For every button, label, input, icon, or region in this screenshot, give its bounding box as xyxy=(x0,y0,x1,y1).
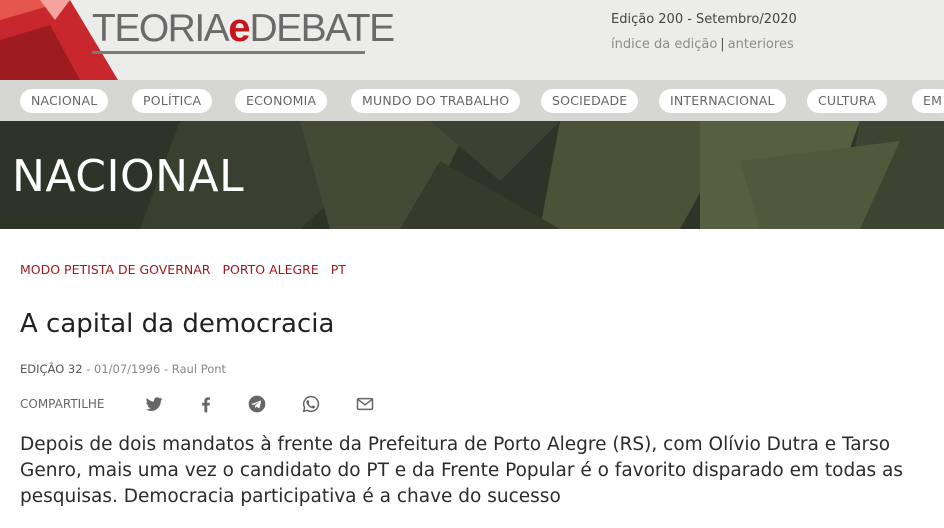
section-title: NACIONAL xyxy=(12,151,245,202)
article-meta: EDIÇÃO 32 - 01/07/1996 - Raul Pont xyxy=(20,362,226,376)
nav-item-internacional[interactable]: INTERNACIONAL xyxy=(659,89,786,113)
edition-links: índice da edição | anteriores xyxy=(611,37,794,52)
previous-editions-link[interactable]: anteriores xyxy=(728,37,794,52)
email-icon[interactable] xyxy=(355,394,375,414)
telegram-icon[interactable] xyxy=(247,394,267,414)
article-date-author: - 01/07/1996 - Raul Pont xyxy=(82,362,227,376)
nav-item-em[interactable]: EM xyxy=(912,89,944,113)
section-banner: NACIONAL xyxy=(0,121,944,229)
nav-item-politica[interactable]: POLÍTICA xyxy=(132,89,213,113)
twitter-icon[interactable] xyxy=(144,394,164,414)
article-title: A capital da democracia xyxy=(20,309,335,339)
edition-links-separator: | xyxy=(720,37,725,52)
tag-link[interactable]: PT xyxy=(331,262,346,277)
tag-link[interactable]: PORTO ALEGRE xyxy=(222,262,318,277)
nav-item-mundo-do-trabalho[interactable]: MUNDO DO TRABALHO xyxy=(351,89,521,113)
logo-text-teoria: TEORIA xyxy=(92,7,230,50)
edition-label: Edição 200 - Setembro/2020 xyxy=(611,12,797,27)
edition-index-link[interactable]: índice da edição xyxy=(611,37,717,52)
main-navigation: NACIONAL POLÍTICA ECONOMIA MUNDO DO TRAB… xyxy=(0,80,944,121)
nav-item-economia[interactable]: ECONOMIA xyxy=(235,89,328,113)
share-label: COMPARTILHE xyxy=(20,397,105,411)
facebook-icon[interactable] xyxy=(196,394,216,414)
article-tags: MODO PETISTA DE GOVERNAR PORTO ALEGRE PT xyxy=(20,262,358,277)
logo-underline xyxy=(92,51,365,54)
article-edition[interactable]: EDIÇÃO 32 xyxy=(20,362,83,376)
logo-text-debate: DEBATE xyxy=(249,7,395,50)
tag-link[interactable]: MODO PETISTA DE GOVERNAR xyxy=(20,262,210,277)
nav-item-nacional[interactable]: NACIONAL xyxy=(20,89,109,113)
logo-text-e: e xyxy=(228,6,250,50)
nav-item-cultura[interactable]: CULTURA xyxy=(807,89,888,113)
whatsapp-icon[interactable] xyxy=(301,394,321,414)
site-logo[interactable]: TEORIAeDEBATE xyxy=(92,6,395,51)
nav-item-sociedade[interactable]: SOCIEDADE xyxy=(541,89,639,113)
article-lead: Depois de dois mandatos à frente da Pref… xyxy=(20,434,904,507)
site-header: TEORIAeDEBATE Edição 200 - Setembro/2020… xyxy=(0,0,944,80)
